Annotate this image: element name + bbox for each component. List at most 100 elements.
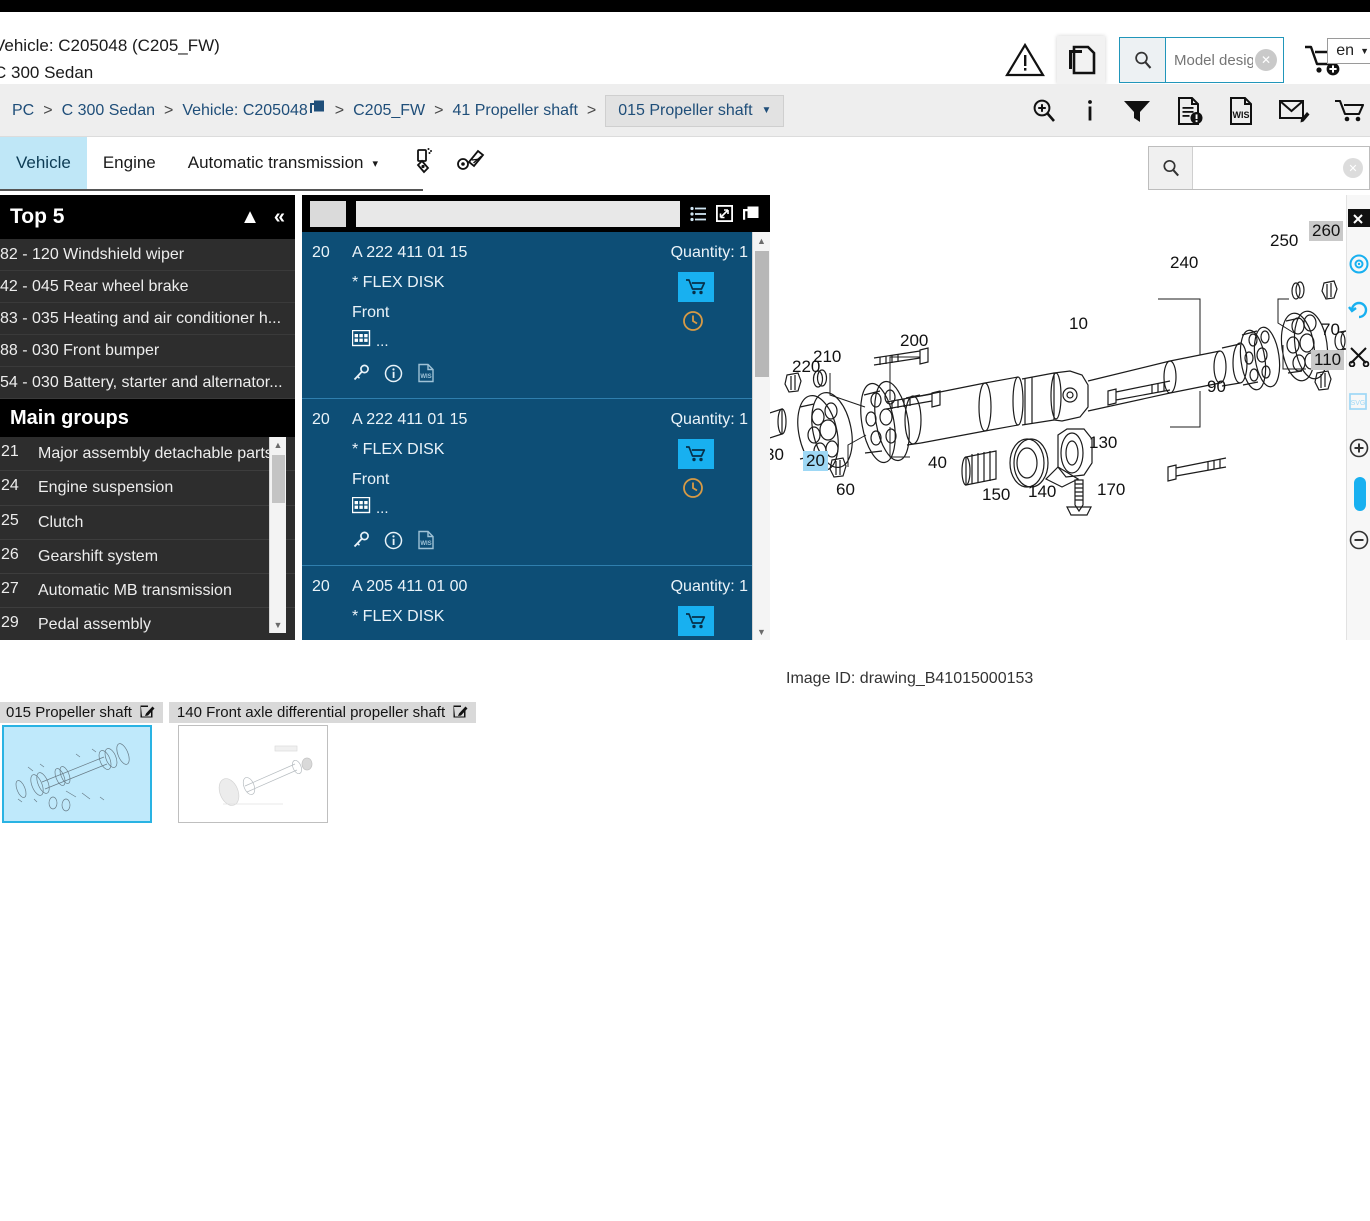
top5-item[interactable]: 54 - 030 Battery, starter and alternator…	[0, 367, 295, 399]
scrollbar-thumb[interactable]	[755, 251, 769, 377]
paint-spray-icon[interactable]	[412, 146, 440, 181]
copy-vehicle-icon[interactable]	[308, 99, 326, 122]
callout-40[interactable]: 40	[928, 453, 947, 473]
double-chevron-left-icon[interactable]: «	[274, 207, 285, 227]
table-grid-icon[interactable]	[351, 329, 372, 353]
zoom-out-minus-icon[interactable]	[1347, 517, 1370, 563]
info-circle-icon[interactable]	[384, 531, 403, 555]
mail-edit-icon[interactable]	[1278, 97, 1310, 125]
technical-drawing-viewer[interactable]: 220 210 200 30 20 60 40 150 140 170 130 …	[770, 195, 1354, 640]
svg-export-icon[interactable]: SVG	[1347, 379, 1370, 425]
main-group-item-27[interactable]: 27 Automatic MB transmission	[0, 574, 295, 609]
content-search[interactable]: ✕	[1148, 146, 1370, 190]
edit-pencil-icon[interactable]	[453, 703, 468, 722]
parts-list-scrollbar[interactable]: ▲ ▼	[752, 232, 770, 640]
breadcrumb-item-vehicle[interactable]: Vehicle: C205048	[182, 102, 307, 120]
main-group-item-21[interactable]: 21 Major assembly detachable parts	[0, 437, 295, 472]
scissors-cut-icon[interactable]	[1347, 333, 1370, 379]
breadcrumb-item-group[interactable]: 41 Propeller shaft	[452, 102, 577, 120]
wis-document-icon[interactable]: WIS	[1228, 96, 1254, 126]
callout-150[interactable]: 150	[982, 485, 1010, 505]
language-selector[interactable]: en ▼	[1327, 38, 1370, 64]
callout-90[interactable]: 90	[1207, 377, 1226, 397]
chevron-up-icon[interactable]: ▲	[240, 207, 260, 227]
callout-130[interactable]: 130	[1089, 433, 1117, 453]
search-icon[interactable]	[1120, 38, 1166, 82]
scroll-down-arrow-icon[interactable]: ▼	[753, 623, 770, 640]
callout-250[interactable]: 250	[1270, 231, 1298, 251]
tab-vehicle[interactable]: Vehicle	[0, 137, 87, 189]
search-icon[interactable]	[1149, 147, 1193, 189]
add-to-cart-button[interactable]	[678, 606, 714, 636]
edit-pencil-icon[interactable]	[140, 703, 155, 722]
list-view-icon[interactable]	[690, 206, 707, 222]
part-card[interactable]: 20 A 222 411 01 15 * FLEX DISK Front ...	[302, 399, 770, 566]
main-group-item-24[interactable]: 24 Engine suspension	[0, 471, 295, 506]
history-clock-icon[interactable]	[682, 477, 704, 504]
thumbnail-015-propeller-shaft[interactable]	[2, 725, 152, 823]
zoom-in-plus-icon[interactable]	[1347, 425, 1370, 471]
slider-handle-icon[interactable]	[1347, 471, 1370, 517]
zoom-in-icon[interactable]	[1030, 97, 1058, 125]
scroll-up-arrow-icon[interactable]: ▲	[270, 437, 286, 453]
tab-engine[interactable]: Engine	[87, 137, 172, 189]
info-icon[interactable]	[1082, 97, 1098, 125]
callout-260-highlighted[interactable]: 260	[1309, 221, 1344, 241]
scroll-up-arrow-icon[interactable]: ▲	[753, 232, 770, 249]
callout-70[interactable]: 70	[1321, 320, 1340, 340]
scroll-down-arrow-icon[interactable]: ▼	[270, 617, 286, 633]
content-search-input[interactable]	[1193, 147, 1343, 189]
main-groups-scrollbar[interactable]: ▲ ▼	[269, 437, 286, 633]
top5-item[interactable]: 83 - 035 Heating and air conditioner h..…	[0, 303, 295, 335]
top5-item[interactable]: 42 - 045 Rear wheel brake	[0, 271, 295, 303]
callout-170[interactable]: 170	[1097, 480, 1125, 500]
thumbnail-140-front-axle-differential[interactable]	[178, 725, 328, 823]
wis-document-icon[interactable]: WIS	[417, 530, 435, 555]
top5-item[interactable]: 88 - 030 Front bumper	[0, 335, 295, 367]
callout-210[interactable]: 210	[813, 347, 841, 367]
callout-30[interactable]: 30	[770, 445, 784, 465]
target-focus-icon[interactable]	[1347, 241, 1370, 287]
part-table-row[interactable]: ...	[351, 496, 770, 520]
parts-filter-box[interactable]	[310, 200, 346, 227]
callout-20-highlighted[interactable]: 20	[803, 451, 828, 471]
info-circle-icon[interactable]	[384, 364, 403, 388]
thumbnail-tab-140[interactable]: 140 Front axle differential propeller sh…	[168, 702, 477, 723]
callout-200[interactable]: 200	[900, 331, 928, 351]
close-panel-icon[interactable]	[1347, 195, 1370, 241]
main-group-item-25[interactable]: 25 Clutch	[0, 506, 295, 540]
main-group-item-29[interactable]: 29 Pedal assembly	[0, 608, 295, 633]
wis-document-icon[interactable]: WIS	[417, 363, 435, 388]
document-alert-icon[interactable]	[1176, 96, 1204, 126]
clear-x-icon[interactable]: ✕	[1343, 158, 1363, 178]
duplicate-icon[interactable]	[742, 205, 760, 223]
breadcrumb-item-pc[interactable]: PC	[12, 102, 34, 120]
callout-10[interactable]: 10	[1069, 314, 1088, 334]
bolt-tool-icon[interactable]	[456, 146, 486, 181]
model-designation-input[interactable]	[1166, 38, 1255, 82]
model-designation-search[interactable]: ✕	[1119, 37, 1284, 83]
key-icon[interactable]	[352, 364, 370, 387]
callout-240[interactable]: 240	[1170, 253, 1198, 273]
expand-icon[interactable]	[716, 205, 733, 222]
breadcrumb-item-series[interactable]: C205_FW	[353, 102, 425, 120]
part-table-row[interactable]: ...	[351, 329, 770, 353]
breadcrumb-item-subgroup-active[interactable]: 015 Propeller shaft ▼	[605, 94, 785, 127]
filter-icon[interactable]	[1122, 97, 1152, 125]
clear-x-icon[interactable]: ✕	[1255, 49, 1277, 71]
key-icon[interactable]	[352, 531, 370, 554]
cart-icon[interactable]	[1334, 97, 1368, 125]
callout-110-highlighted[interactable]: 110	[1311, 350, 1345, 370]
copy-documents-icon[interactable]	[1057, 36, 1105, 84]
callout-60[interactable]: 60	[836, 480, 855, 500]
tab-automatic-transmission[interactable]: Automatic transmission ▾	[172, 137, 394, 189]
rotate-undo-icon[interactable]	[1347, 287, 1370, 333]
parts-search-field[interactable]	[356, 200, 680, 227]
main-group-item-26[interactable]: 26 Gearshift system	[0, 540, 295, 575]
breadcrumb-item-model[interactable]: C 300 Sedan	[62, 102, 155, 120]
part-card[interactable]: 20 A 222 411 01 15 * FLEX DISK Front ...	[302, 232, 770, 399]
thumbnail-tab-015[interactable]: 015 Propeller shaft	[0, 702, 163, 723]
callout-140[interactable]: 140	[1028, 482, 1056, 502]
top5-item[interactable]: 82 - 120 Windshield wiper	[0, 239, 295, 271]
table-grid-icon[interactable]	[351, 496, 372, 520]
